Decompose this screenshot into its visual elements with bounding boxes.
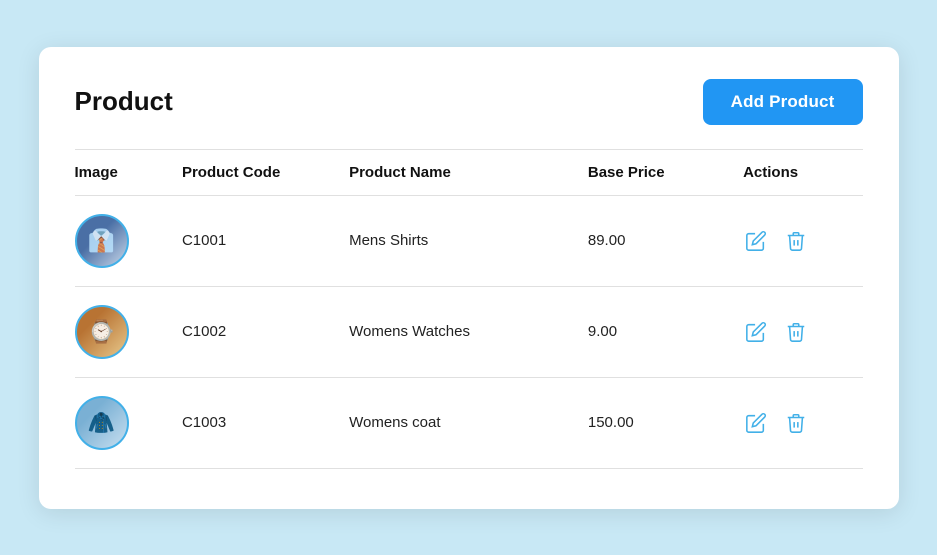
product-code-cell-0: C1001	[182, 195, 349, 286]
product-image-cell-0: 👔	[75, 195, 182, 286]
card-header: Product Add Product	[75, 79, 863, 125]
product-price-cell-2: 150.00	[588, 377, 743, 468]
product-name-cell-2: Womens coat	[349, 377, 588, 468]
table-row: 🧥 C1003Womens coat150.00	[75, 377, 863, 468]
col-header-image: Image	[75, 149, 182, 195]
product-code-cell-1: C1002	[182, 286, 349, 377]
table-row: 👔 C1001Mens Shirts89.00	[75, 195, 863, 286]
product-avatar: 👔	[75, 214, 129, 268]
product-name-cell-1: Womens Watches	[349, 286, 588, 377]
product-price-cell-1: 9.00	[588, 286, 743, 377]
product-card: Product Add Product Image Product Code P…	[39, 47, 899, 509]
table-body: 👔 C1001Mens Shirts89.00	[75, 195, 863, 468]
delete-icon	[785, 321, 807, 343]
product-code-cell-2: C1003	[182, 377, 349, 468]
actions-group	[743, 319, 854, 345]
product-actions-cell-0	[743, 195, 862, 286]
delete-icon	[785, 412, 807, 434]
delete-button[interactable]	[783, 410, 809, 436]
actions-group	[743, 410, 854, 436]
table-header: Image Product Code Product Name Base Pri…	[75, 149, 863, 195]
product-image-cell-2: 🧥	[75, 377, 182, 468]
edit-icon	[745, 412, 767, 434]
edit-icon	[745, 230, 767, 252]
product-table: Image Product Code Product Name Base Pri…	[75, 149, 863, 469]
col-header-name: Product Name	[349, 149, 588, 195]
delete-icon	[785, 230, 807, 252]
col-header-price: Base Price	[588, 149, 743, 195]
edit-button[interactable]	[743, 410, 769, 436]
col-header-actions: Actions	[743, 149, 862, 195]
add-product-button[interactable]: Add Product	[703, 79, 863, 125]
edit-button[interactable]	[743, 228, 769, 254]
delete-button[interactable]	[783, 319, 809, 345]
product-avatar: ⌚	[75, 305, 129, 359]
actions-group	[743, 228, 854, 254]
product-avatar: 🧥	[75, 396, 129, 450]
product-actions-cell-2	[743, 377, 862, 468]
product-name-cell-0: Mens Shirts	[349, 195, 588, 286]
delete-button[interactable]	[783, 228, 809, 254]
page-title: Product	[75, 86, 173, 117]
product-price-cell-0: 89.00	[588, 195, 743, 286]
col-header-code: Product Code	[182, 149, 349, 195]
product-image-cell-1: ⌚	[75, 286, 182, 377]
product-actions-cell-1	[743, 286, 862, 377]
table-row: ⌚ C1002Womens Watches9.00	[75, 286, 863, 377]
edit-button[interactable]	[743, 319, 769, 345]
edit-icon	[745, 321, 767, 343]
